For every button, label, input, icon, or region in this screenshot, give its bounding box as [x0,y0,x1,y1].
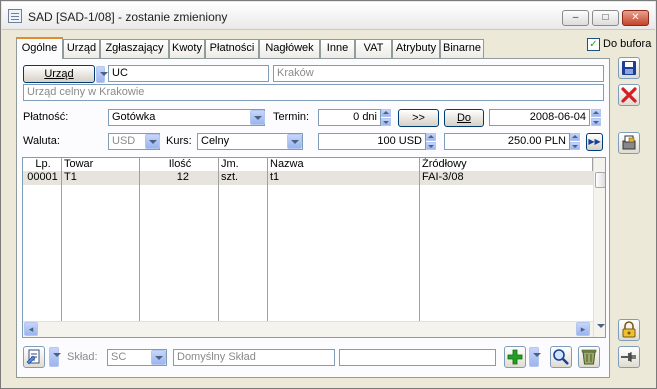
column-divider [267,171,268,321]
cell-nazwa: t1 [270,171,280,183]
urzad-code-field[interactable]: UC [108,65,269,82]
pin-icon[interactable] [618,346,640,368]
termin-date-field[interactable]: 2008-06-04 [489,109,590,126]
termin-date-spinner[interactable] [591,109,601,126]
termin-days-field[interactable]: 0 dni [318,109,381,126]
print-icon[interactable] [618,132,640,154]
vertical-scrollbar[interactable] [593,158,605,337]
sklad-label: Skład: [67,351,98,363]
sklad-chevron-down-icon[interactable] [151,350,166,365]
column-nazwa[interactable]: Nazwa [268,158,420,171]
maximize-button[interactable]: □ [592,10,619,26]
kurs-chevron-down-icon[interactable] [287,134,302,149]
sklad-extra-field[interactable] [339,349,496,366]
sklad-name-field[interactable]: Domyślny Skład [173,349,335,366]
column-jm[interactable]: Jm. [219,158,268,171]
items-table: Lp. Towar Ilość Jm. Nazwa Źródłowy 00001… [22,157,606,338]
minimize-button[interactable]: – [562,10,589,26]
amount-pln-field[interactable]: 250.00 PLN [444,133,570,150]
table-row[interactable]: 00001 T1 12 szt. t1 FAI-3/08 [23,171,593,185]
cancel-icon[interactable] [618,84,640,106]
cell-jm: szt. [221,171,239,183]
amount-pln-spinner[interactable] [570,133,580,150]
add-icon[interactable] [504,346,526,368]
scroll-right-icon[interactable]: ▸ [576,322,590,336]
waluta-label: Waluta: [23,135,60,147]
add-dropdown-button[interactable] [529,347,541,367]
do-bufora-checkbox[interactable]: ✓ [587,38,600,51]
column-zrodlowy[interactable]: Źródłowy [420,158,593,171]
cell-towar: T1 [64,171,77,183]
document-dropdown-button[interactable] [49,347,61,367]
termin-do-button[interactable]: Do [444,109,484,127]
amount-foreign-spinner[interactable] [426,133,436,150]
window: SAD [SAD-1/08] - zostanie zmieniony – □ … [0,0,657,389]
tab-zglaszajacy[interactable]: Zgłaszający [100,39,169,58]
platnosc-select[interactable]: Gotówka [108,109,265,126]
cell-zrodlowy: FAI-3/08 [422,171,464,183]
tab-naglowek[interactable]: Nagłówek [259,39,320,58]
do-bufora-label: Do bufora [603,38,652,50]
column-divider [419,171,420,321]
fast-forward-icon[interactable]: ▶▶ [586,133,603,151]
kurs-label: Kurs: [166,135,192,147]
column-divider [139,171,140,321]
table-header: Lp. Towar Ilość Jm. Nazwa Źródłowy [23,158,593,171]
column-divider [61,171,62,321]
platnosc-label: Płatność: [23,111,69,123]
waluta-chevron-down-icon[interactable] [145,134,160,149]
amount-foreign-field[interactable]: 100 USD [318,133,426,150]
termin-label: Termin: [273,111,310,123]
platnosc-chevron-down-icon[interactable] [250,110,265,125]
column-ilosc[interactable]: Ilość [140,158,219,171]
search-icon[interactable] [550,346,572,368]
lock-icon[interactable] [618,319,640,341]
save-icon[interactable] [618,57,640,79]
scroll-down-icon[interactable] [597,324,605,328]
document-edit-icon[interactable] [23,346,45,368]
tab-ogolne[interactable]: Ogólne [16,37,63,59]
scrollbar-thumb[interactable] [595,172,605,188]
termin-days-spinner[interactable] [381,109,391,126]
urzad-button[interactable]: Urząd [23,65,95,83]
urzad-dropdown-button[interactable] [96,66,108,83]
cell-lp: 00001 [27,171,58,183]
tab-kwoty[interactable]: Kwoty [169,39,205,58]
tab-atrybuty[interactable]: Atrybuty [392,39,440,58]
tab-vat[interactable]: VAT [355,39,392,58]
tab-binarne[interactable]: Binarne [440,39,484,58]
termin-shift-button[interactable]: >> [398,109,439,127]
tab-panel-ogolne: Urząd UC Kraków Urząd celny w Krakowie P… [16,58,610,378]
cell-ilosc: 12 [176,171,189,183]
trash-icon[interactable] [578,346,600,368]
document-icon [8,9,22,23]
urzad-city-field[interactable]: Kraków [273,65,604,82]
title-bar: SAD [SAD-1/08] - zostanie zmieniony – □ … [2,2,655,30]
window-title: SAD [SAD-1/08] - zostanie zmieniony [28,10,228,24]
column-towar[interactable]: Towar [62,158,140,171]
horizontal-scrollbar[interactable]: ◂ ▸ [23,321,593,337]
tab-urzad[interactable]: Urząd [63,39,100,58]
tab-inne[interactable]: Inne [320,39,355,58]
column-lp[interactable]: Lp. [23,158,62,171]
tab-platnosci[interactable]: Płatności [205,39,259,58]
column-divider [218,171,219,321]
scroll-left-icon[interactable]: ◂ [24,322,38,336]
urzad-fullname-field[interactable]: Urząd celny w Krakowie [23,84,604,101]
close-button[interactable]: ✕ [622,10,649,26]
